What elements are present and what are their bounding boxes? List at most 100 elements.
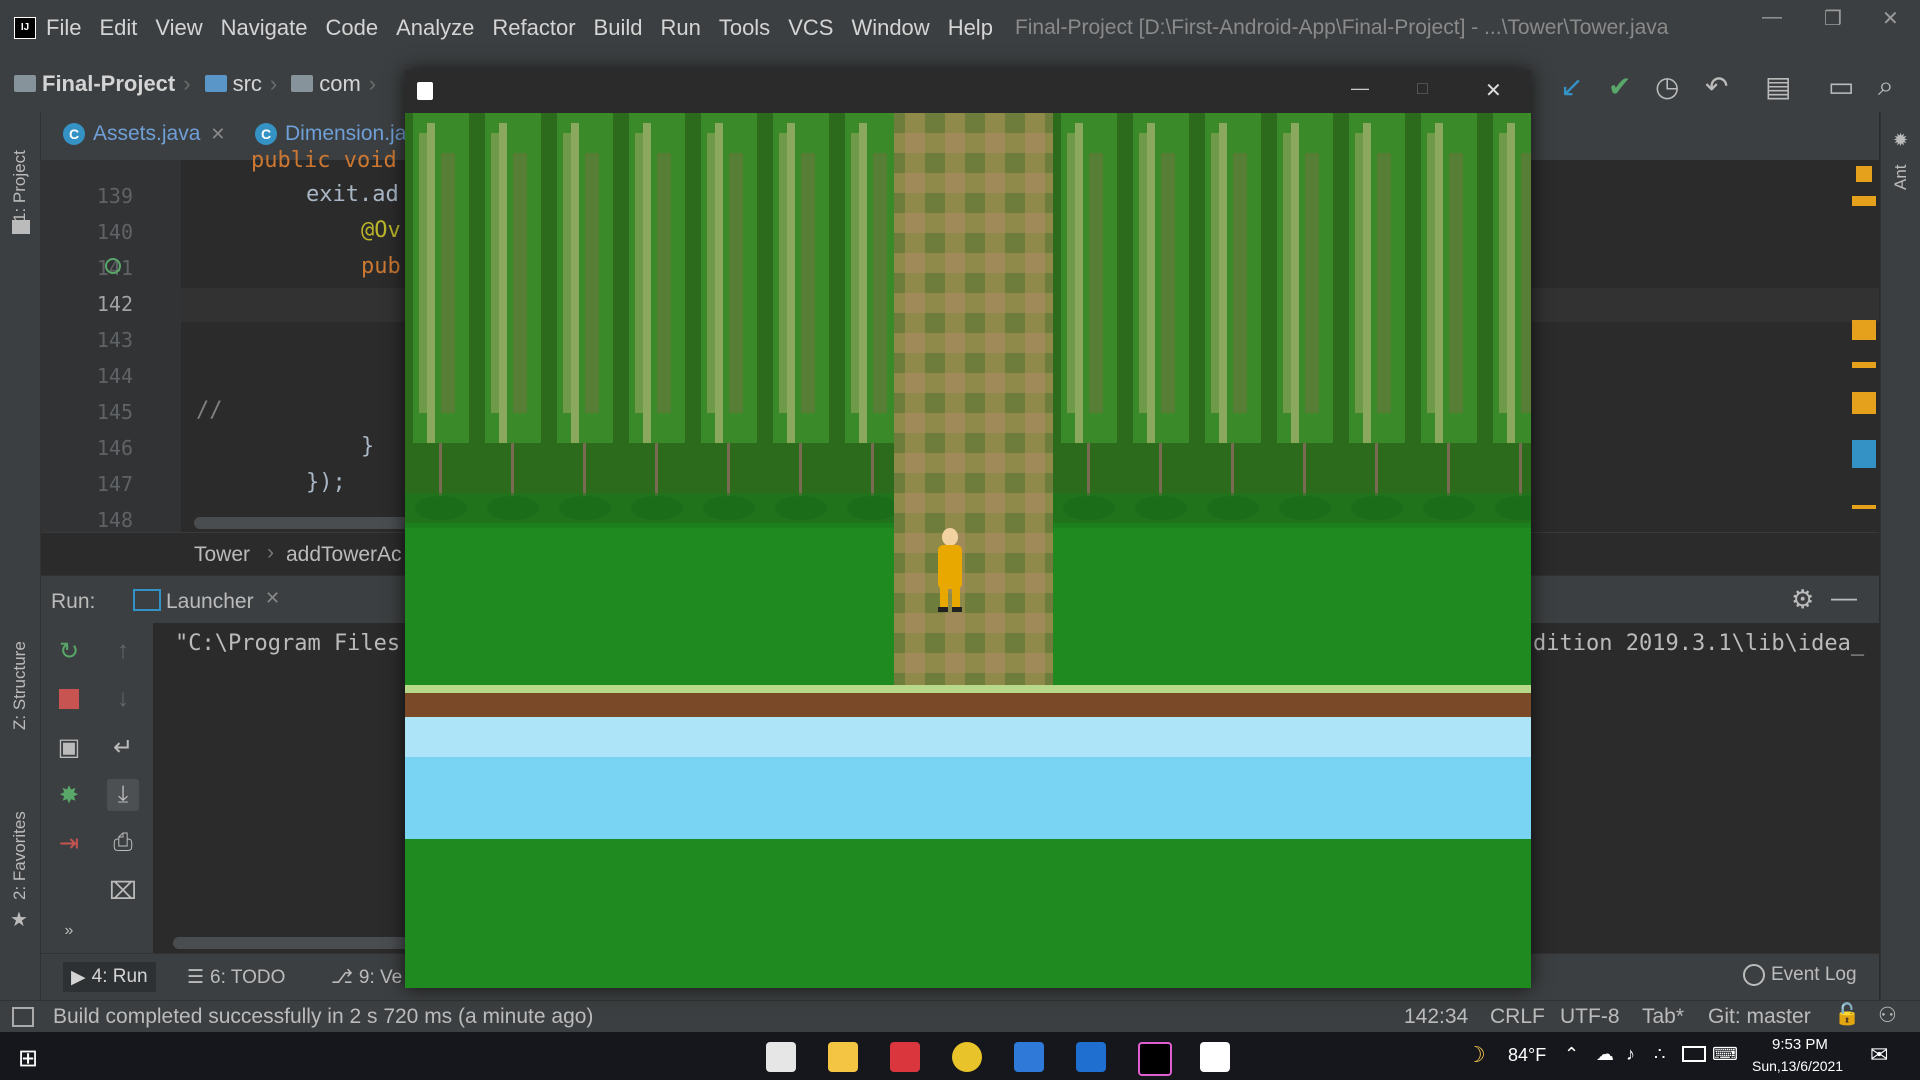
- tab-dimension-java[interactable]: C Dimension.ja: [255, 122, 406, 146]
- ant-tool-tab[interactable]: Ant: [1891, 164, 1911, 190]
- breadcrumb-class[interactable]: Tower: [194, 543, 250, 567]
- run-config-tab[interactable]: Launcher: [166, 590, 254, 614]
- game-close-button[interactable]: ✕: [1485, 78, 1502, 103]
- menu-refactor[interactable]: Refactor: [492, 15, 575, 41]
- menu-view[interactable]: View: [155, 15, 202, 41]
- down-arrow-icon[interactable]: ↓: [107, 683, 139, 715]
- breadcrumb-project-label: Final-Project: [42, 70, 176, 96]
- toggle-tool-windows-icon[interactable]: [12, 1007, 34, 1027]
- project-structure-icon[interactable]: ▤: [1765, 70, 1791, 103]
- breadcrumb-com[interactable]: com ›: [291, 71, 376, 97]
- project-tool-tab[interactable]: 1: Project: [10, 150, 30, 222]
- game-minimize-button[interactable]: —: [1351, 78, 1369, 99]
- revert-icon[interactable]: ↶: [1705, 70, 1728, 103]
- terminal-icon[interactable]: ▭: [1828, 70, 1854, 103]
- status-message[interactable]: Build completed successfully in 2 s 720 …: [53, 1005, 593, 1029]
- volume-icon[interactable]: ♪: [1626, 1044, 1635, 1065]
- file-encoding[interactable]: UTF-8: [1560, 1005, 1620, 1029]
- store-icon[interactable]: [766, 1042, 796, 1072]
- error-stripe-mark[interactable]: [1852, 320, 1876, 340]
- clock-time[interactable]: 9:53 PM: [1772, 1036, 1828, 1053]
- java-taskbar-icon[interactable]: [1200, 1042, 1230, 1072]
- error-stripe-mark[interactable]: [1852, 196, 1876, 206]
- line-separator[interactable]: CRLF: [1490, 1005, 1545, 1029]
- wifi-icon[interactable]: ∴: [1654, 1044, 1665, 1065]
- weather-temperature[interactable]: 84°F: [1508, 1045, 1546, 1066]
- menu-vcs[interactable]: VCS: [788, 15, 833, 41]
- rerun-icon[interactable]: ↻: [53, 635, 85, 667]
- ide-restore-button[interactable]: ❒: [1824, 6, 1842, 31]
- trash-icon[interactable]: ⌧: [107, 875, 139, 907]
- ide-close-button[interactable]: ✕: [1882, 6, 1899, 31]
- settings-gear-icon[interactable]: ⚙: [1791, 584, 1814, 615]
- tool-tab-vcs[interactable]: ⎇ 9: Ve: [331, 966, 402, 989]
- breadcrumb-method[interactable]: addTowerAc: [286, 543, 402, 567]
- git-branch[interactable]: Git: master: [1708, 1005, 1811, 1029]
- structure-tool-tab[interactable]: Z: Structure: [10, 641, 30, 730]
- soft-wrap-icon[interactable]: ↵: [107, 731, 139, 763]
- menu-code[interactable]: Code: [326, 15, 379, 41]
- menu-navigate[interactable]: Navigate: [221, 15, 308, 41]
- file-explorer-icon[interactable]: [828, 1042, 858, 1072]
- menu-file[interactable]: File: [46, 15, 81, 41]
- camera-icon[interactable]: ▣: [53, 731, 85, 763]
- menu-analyze[interactable]: Analyze: [396, 15, 474, 41]
- tab-assets-java[interactable]: C Assets.java ✕: [63, 122, 225, 146]
- menu-run[interactable]: Run: [660, 15, 700, 41]
- battery-icon[interactable]: [1682, 1046, 1706, 1062]
- tool-tab-todo[interactable]: ☰ 6: TODO: [187, 966, 285, 989]
- mail-icon[interactable]: [1014, 1042, 1044, 1072]
- favorites-tool-tab[interactable]: 2: Favorites: [10, 811, 30, 900]
- error-stripe-mark[interactable]: [1852, 362, 1876, 368]
- clock-date[interactable]: Sun,13/6/2021: [1752, 1058, 1843, 1074]
- up-arrow-icon[interactable]: ↑: [107, 635, 139, 667]
- ide-minimize-button[interactable]: —: [1762, 6, 1782, 29]
- search-icon[interactable]: ⌕: [1878, 70, 1894, 103]
- stop-icon[interactable]: [53, 683, 85, 715]
- event-log-tab[interactable]: Event Log: [1743, 964, 1857, 986]
- game-maximize-button[interactable]: □: [1417, 78, 1428, 99]
- indent-setting[interactable]: Tab*: [1642, 1005, 1684, 1029]
- vcs-update-icon[interactable]: ↙: [1560, 70, 1583, 103]
- error-stripe-mark[interactable]: [1852, 505, 1876, 509]
- error-stripe-mark[interactable]: [1852, 440, 1876, 468]
- menu-edit[interactable]: Edit: [99, 15, 137, 41]
- hide-panel-icon[interactable]: —: [1831, 582, 1857, 613]
- intellij-taskbar-icon[interactable]: [1138, 1042, 1172, 1076]
- memory-indicator-icon[interactable]: ⚇: [1878, 1003, 1897, 1028]
- debug-bug-icon[interactable]: ✸: [53, 779, 85, 811]
- menu-build[interactable]: Build: [594, 15, 643, 41]
- notifications-icon[interactable]: ✉: [1870, 1042, 1888, 1068]
- game-canvas[interactable]: [405, 113, 1531, 988]
- history-icon[interactable]: ◷: [1655, 70, 1679, 103]
- menu-window[interactable]: Window: [851, 15, 929, 41]
- warning-indicator-icon[interactable]: [1856, 166, 1872, 182]
- tray-chevron-icon[interactable]: ⌃: [1564, 1044, 1579, 1065]
- lock-icon[interactable]: 🔓: [1834, 1003, 1860, 1027]
- close-tab-icon[interactable]: ✕: [210, 124, 225, 145]
- breadcrumb-src[interactable]: src ›: [204, 71, 277, 97]
- override-marker-icon[interactable]: [105, 258, 121, 274]
- keyboard-icon[interactable]: ⌨: [1712, 1044, 1738, 1065]
- scroll-to-end-icon[interactable]: ⤓: [107, 779, 139, 811]
- close-run-tab-icon[interactable]: ✕: [265, 588, 280, 609]
- network-icon[interactable]: ☁: [1596, 1044, 1614, 1065]
- gift-app-icon[interactable]: [890, 1042, 920, 1072]
- print-icon[interactable]: ⎙: [107, 827, 139, 859]
- caret-position[interactable]: 142:34: [1404, 1005, 1468, 1029]
- todo-check-icon[interactable]: [1076, 1042, 1106, 1072]
- error-stripe-mark[interactable]: [1852, 392, 1876, 414]
- game-window[interactable]: — □ ✕: [405, 70, 1531, 988]
- tool-tab-run[interactable]: ▶ 4: Run: [63, 962, 156, 992]
- weather-moon-icon[interactable]: ☽: [1466, 1042, 1486, 1068]
- more-chevron-icon[interactable]: »: [53, 915, 85, 947]
- menu-help[interactable]: Help: [948, 15, 993, 41]
- console-horizontal-scrollbar[interactable]: [173, 937, 433, 949]
- vcs-commit-icon[interactable]: ✔: [1608, 70, 1631, 103]
- game-window-titlebar[interactable]: — □ ✕: [405, 70, 1531, 113]
- chrome-icon[interactable]: [952, 1042, 982, 1072]
- menu-tools[interactable]: Tools: [719, 15, 770, 41]
- breadcrumb-project[interactable]: Final-Project ›: [14, 71, 191, 97]
- windows-start-icon[interactable]: ⊞: [18, 1044, 38, 1073]
- exit-icon[interactable]: ⇥: [53, 827, 85, 859]
